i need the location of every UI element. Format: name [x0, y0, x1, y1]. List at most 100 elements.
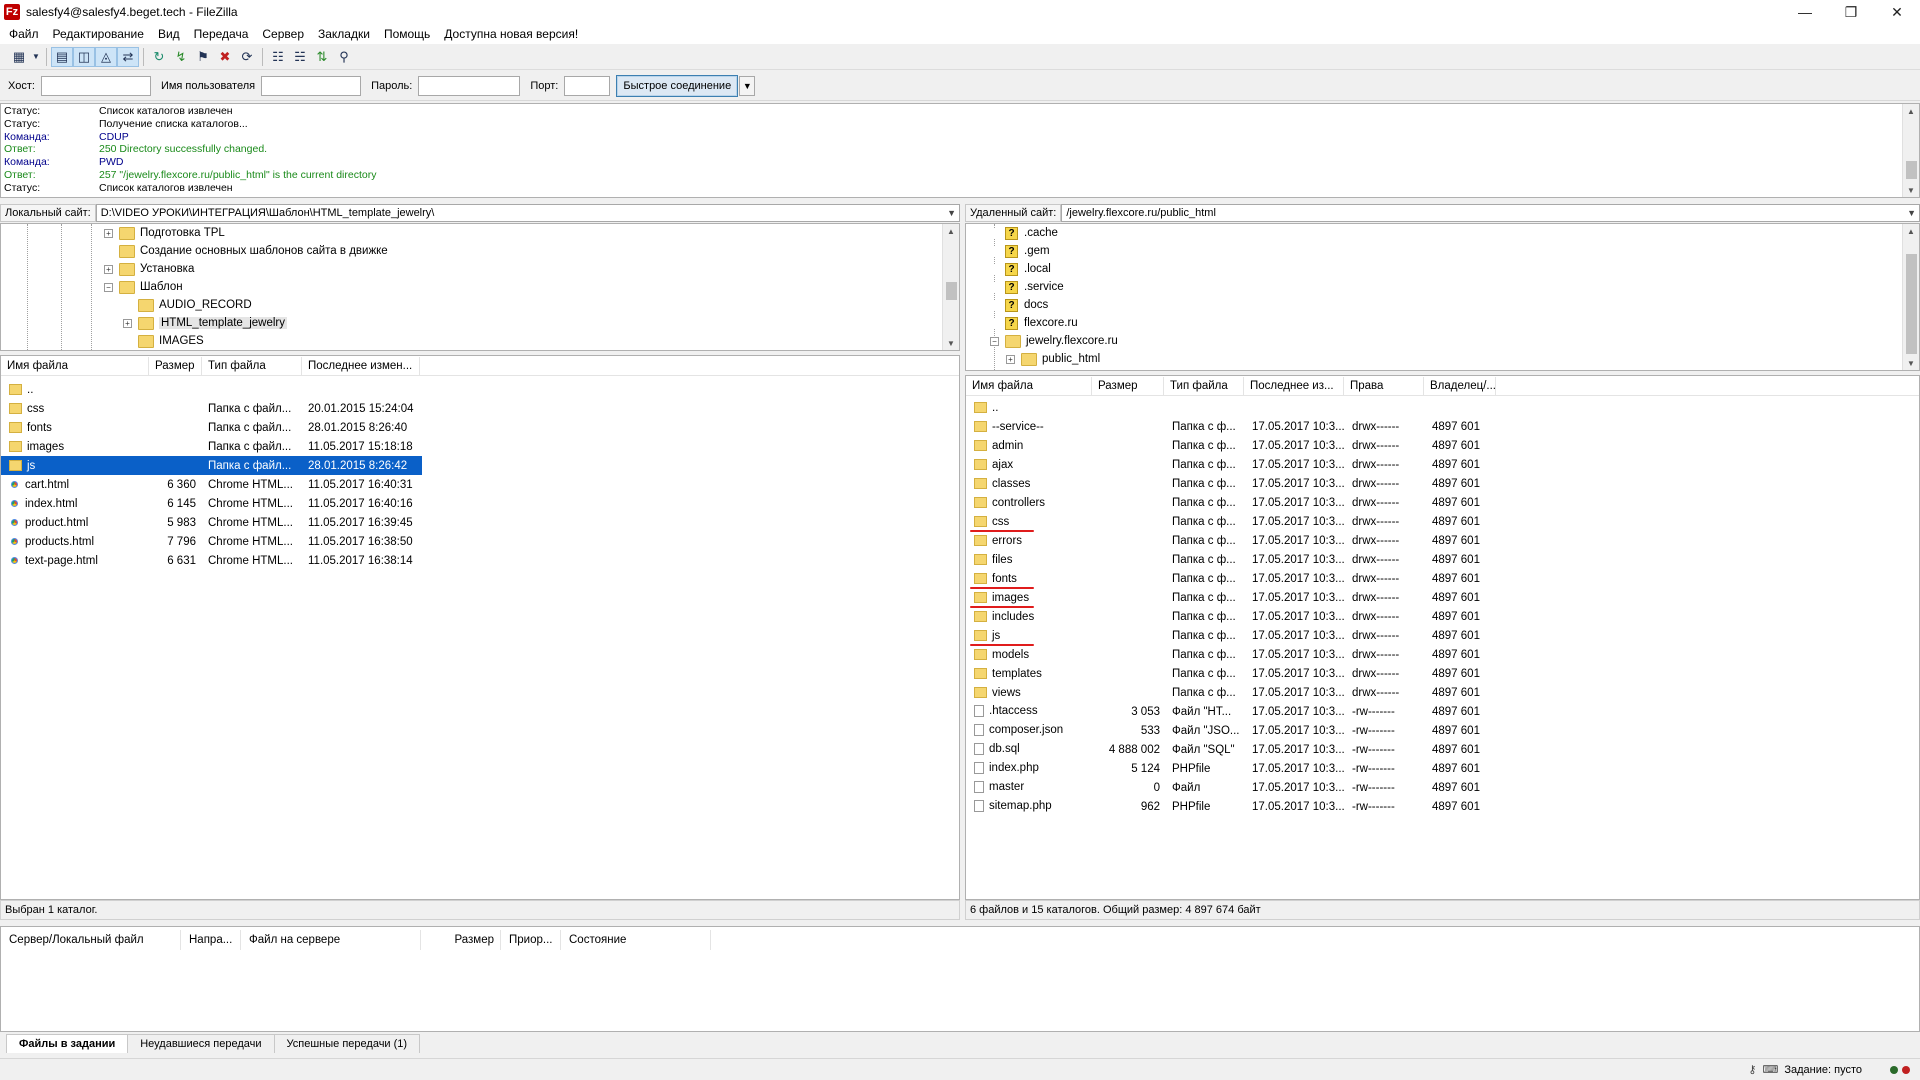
toggle-remote-tree-icon[interactable]: ◬	[95, 46, 117, 67]
tree-node[interactable]: + HTML_template_jewelry	[1, 314, 959, 332]
scroll-down-icon[interactable]: ▼	[1903, 356, 1919, 370]
file-row[interactable]: master 0 Файл 17.05.2017 10:3... -rw------- 4…	[966, 778, 1919, 797]
tree-node[interactable]: Создание основных шаблонов сайта в движк…	[1, 242, 959, 260]
column-remote-file[interactable]: Файл на сервере	[241, 930, 421, 950]
expand-icon[interactable]: +	[1006, 354, 1015, 364]
scroll-thumb[interactable]	[946, 282, 957, 300]
column-size[interactable]: Размер	[149, 356, 202, 375]
file-row[interactable]: templates Папка с ф... 17.05.2017 10:3... d…	[966, 664, 1919, 683]
file-row[interactable]: images Папка с файл... 11.05.2017 15:18:18	[1, 437, 959, 456]
menu-server[interactable]: Сервер	[255, 27, 311, 41]
remote-file-list[interactable]: Имя файла Размер Тип файла Последнее из.…	[965, 375, 1920, 900]
column-direction[interactable]: Напра...	[181, 930, 241, 950]
minimize-button[interactable]: —	[1782, 0, 1828, 24]
scroll-thumb[interactable]	[1906, 161, 1917, 179]
quickconnect-button[interactable]: Быстрое соединение	[616, 74, 739, 97]
tab-successful-transfers[interactable]: Успешные передачи (1)	[273, 1034, 421, 1053]
chevron-down-icon[interactable]: ▼	[947, 208, 956, 218]
message-log[interactable]: Статус: Список каталогов извлечен Статус: П…	[0, 103, 1920, 198]
file-row[interactable]: admin Папка с ф... 17.05.2017 10:3... drwx-…	[966, 436, 1919, 455]
file-row[interactable]: product.html 5 983 Chrome HTML... 11.05.201…	[1, 513, 959, 532]
tree-node[interactable]: + Подготовка TPL	[1, 224, 959, 242]
file-row[interactable]: index.php 5 124 PHPfile 17.05.2017 10:3... -…	[966, 759, 1919, 778]
column-size[interactable]: Размер	[421, 930, 501, 950]
scroll-thumb[interactable]	[1906, 254, 1917, 354]
cancel-operation-icon[interactable]: ⚑	[192, 47, 214, 67]
scroll-up-icon[interactable]: ▲	[1903, 224, 1919, 238]
scroll-down-icon[interactable]: ▼	[1903, 183, 1919, 197]
tab-failed-transfers[interactable]: Неудавшиеся передачи	[127, 1034, 275, 1053]
file-row[interactable]: models Папка с ф... 17.05.2017 10:3... drwx…	[966, 645, 1919, 664]
scroll-up-icon[interactable]: ▲	[943, 224, 959, 238]
collapse-icon[interactable]: −	[990, 336, 999, 346]
file-row[interactable]: sitemap.php 962 PHPfile 17.05.2017 10:3... -…	[966, 797, 1919, 816]
file-row[interactable]: ajax Папка с ф... 17.05.2017 10:3... drwx--…	[966, 455, 1919, 474]
column-type[interactable]: Тип файла	[202, 356, 302, 375]
file-row[interactable]: fonts Папка с ф... 17.05.2017 10:3... drwx-…	[966, 569, 1919, 589]
chevron-down-icon[interactable]: ▼	[1907, 208, 1916, 218]
host-input[interactable]	[40, 75, 151, 96]
menu-file[interactable]: Файл	[2, 27, 46, 41]
tree-node[interactable]: ? flexcore.ru	[966, 314, 1919, 332]
file-row[interactable]: text-page.html 6 631 Chrome HTML... 11.05.2…	[1, 551, 959, 570]
tree-node[interactable]: ? .service	[966, 278, 1919, 296]
reconnect-icon[interactable]: ⟳	[236, 47, 258, 67]
file-row[interactable]: products.html 7 796 Chrome HTML... 11.05.20…	[1, 532, 959, 551]
dropdown-arrow-icon[interactable]: ▼	[30, 47, 42, 67]
tab-queued-files[interactable]: Файлы в задании	[6, 1034, 129, 1053]
column-modified[interactable]: Последнее измен...	[302, 356, 420, 375]
port-input[interactable]	[564, 75, 611, 96]
toggle-local-tree-icon[interactable]: ◫	[73, 46, 95, 67]
file-row[interactable]: composer.json 533 Файл "JSO... 17.05.2017 1…	[966, 721, 1919, 740]
tree-node[interactable]: IMAGES	[1, 332, 959, 350]
file-row[interactable]: db.sql 4 888 002 Файл "SQL" 17.05.2017 10:3…	[966, 740, 1919, 759]
scroll-up-icon[interactable]: ▲	[1903, 104, 1919, 118]
refresh-icon[interactable]: ↻	[148, 47, 170, 67]
menu-bookmarks[interactable]: Закладки	[311, 27, 377, 41]
tree-node[interactable]: AUDIO_RECORD	[1, 296, 959, 314]
file-row[interactable]: css Папка с ф... 17.05.2017 10:3... drwx---…	[966, 512, 1919, 532]
file-row[interactable]: css Папка с файл... 20.01.2015 15:24:04	[1, 399, 959, 418]
sync-browse-icon[interactable]: ⇅	[311, 47, 333, 67]
menu-help[interactable]: Помощь	[377, 27, 437, 41]
local-tree-scrollbar[interactable]: ▲ ▼	[942, 224, 959, 350]
toggle-queue-icon[interactable]: ⇄	[117, 46, 139, 67]
column-owner[interactable]: Владелец/...	[1424, 376, 1496, 395]
file-row[interactable]: files Папка с ф... 17.05.2017 10:3... drwx-…	[966, 550, 1919, 569]
file-row[interactable]: --service-- Папка с ф... 17.05.2017 10:3..…	[966, 417, 1919, 436]
file-row[interactable]: ..	[1, 380, 959, 399]
compare-icon[interactable]: ☵	[289, 47, 311, 67]
file-row[interactable]: js Папка с ф... 17.05.2017 10:3... drwx----…	[966, 626, 1919, 646]
scroll-down-icon[interactable]: ▼	[943, 336, 959, 350]
username-input[interactable]	[261, 75, 362, 96]
tree-node[interactable]: + Установка	[1, 260, 959, 278]
collapse-icon[interactable]: −	[104, 282, 113, 292]
file-row[interactable]: views Папка с ф... 17.05.2017 10:3... drwx-…	[966, 683, 1919, 702]
column-size[interactable]: Размер	[1092, 376, 1164, 395]
menu-edit[interactable]: Редактирование	[46, 27, 151, 41]
file-row[interactable]: cart.html 6 360 Chrome HTML... 11.05.2017 1…	[1, 475, 959, 494]
file-row[interactable]: includes Папка с ф... 17.05.2017 10:3... dr…	[966, 607, 1919, 626]
toggle-log-icon[interactable]: ▤	[51, 46, 73, 67]
tree-node[interactable]: − Шаблон	[1, 278, 959, 296]
column-state[interactable]: Состояние	[561, 930, 711, 950]
file-row[interactable]: ..	[966, 398, 1919, 417]
column-filename[interactable]: Имя файла	[1, 356, 149, 375]
file-row[interactable]: errors Папка с ф... 17.05.2017 10:3... drwx…	[966, 531, 1919, 550]
column-priority[interactable]: Приор...	[501, 930, 561, 950]
column-filename[interactable]: Имя файла	[966, 376, 1092, 395]
tree-node[interactable]: ? docs	[966, 296, 1919, 314]
quickconnect-dropdown-icon[interactable]: ▼	[739, 75, 756, 96]
expand-icon[interactable]: +	[123, 318, 132, 328]
search-icon[interactable]: ⚲	[333, 47, 355, 67]
log-scrollbar[interactable]: ▲ ▼	[1902, 104, 1919, 197]
local-file-list[interactable]: Имя файла Размер Тип файла Последнее изм…	[0, 355, 960, 900]
expand-icon[interactable]: +	[104, 264, 113, 274]
file-row[interactable]: classes Папка с ф... 17.05.2017 10:3... drw…	[966, 474, 1919, 493]
remote-directory-tree[interactable]: ? .cache? .gem? .local? .service? docs? flexco…	[965, 223, 1920, 371]
restore-button[interactable]: ❐	[1828, 0, 1874, 24]
file-row[interactable]: controllers Папка с ф... 17.05.2017 10:3..…	[966, 493, 1919, 512]
file-row[interactable]: images Папка с ф... 17.05.2017 10:3... drwx…	[966, 588, 1919, 608]
menu-transfer[interactable]: Передача	[187, 27, 256, 41]
process-queue-icon[interactable]: ↯	[170, 47, 192, 67]
